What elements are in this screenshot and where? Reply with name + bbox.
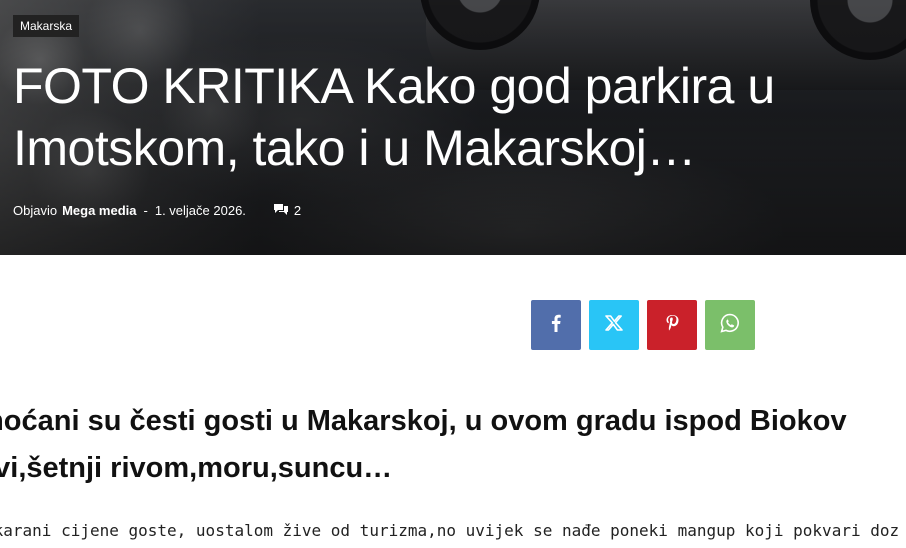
facebook-icon: [551, 314, 561, 337]
pinterest-share-button[interactable]: [647, 300, 697, 350]
article-meta: Objavio Mega media - 1. veljače 2026. 2: [13, 203, 301, 218]
comments-link[interactable]: 2: [273, 203, 301, 218]
posted-by-label: Objavio: [13, 203, 58, 218]
publish-date: 1. veljače 2026.: [154, 203, 246, 218]
facebook-share-button[interactable]: [531, 300, 581, 350]
lead-line: avi,šetnji rivom,moru,suncu…: [0, 452, 393, 484]
comments-icon: [273, 203, 294, 218]
pinterest-icon: [665, 314, 679, 337]
lead-line: moćani su česti gosti u Makarskoj, u ovo…: [0, 405, 847, 437]
article-lead: moćani su česti gosti u Makarskoj, u ovo…: [0, 398, 906, 492]
comment-count: 2: [293, 203, 302, 218]
whatsapp-share-button[interactable]: [705, 300, 755, 350]
x-icon: [605, 314, 623, 336]
category-badge[interactable]: Makarska: [13, 15, 80, 37]
x-share-button[interactable]: [589, 300, 639, 350]
share-buttons: [531, 300, 755, 350]
featured-image: Makarska FOTO KRITIKA Kako god parkira u…: [0, 0, 906, 255]
meta-separator: -: [143, 203, 148, 218]
whatsapp-icon: [720, 313, 740, 338]
article-body-text: akarani cijene goste, uostalom žive od t…: [0, 521, 900, 540]
author-link[interactable]: Mega media: [62, 203, 136, 218]
article-title: FOTO KRITIKA Kako god parkira u Imotskom…: [13, 58, 775, 176]
